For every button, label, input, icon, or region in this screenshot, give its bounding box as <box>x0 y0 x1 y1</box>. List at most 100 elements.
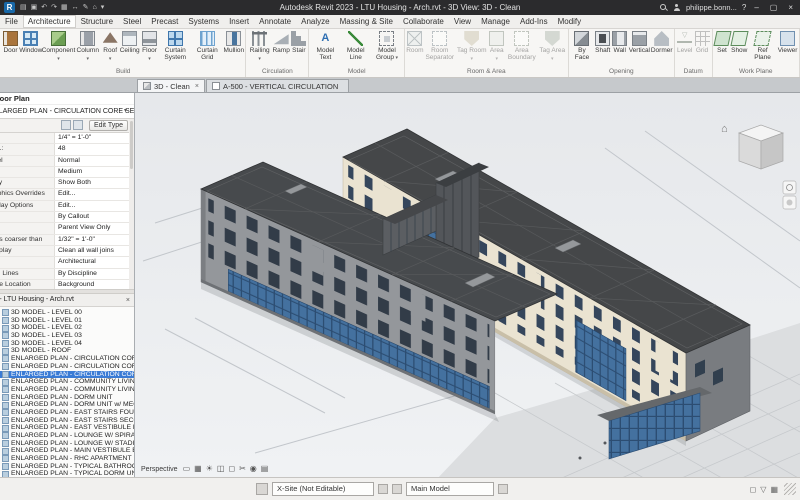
view-tab[interactable]: A-500 - VERTICAL CIRCULATION <box>205 79 350 92</box>
ribbon-tool-button[interactable]: Roof <box>101 30 119 62</box>
view-control-icon[interactable]: ◫ <box>217 464 225 474</box>
maximize-button[interactable]: ▢ <box>767 3 781 12</box>
browser-view-item[interactable]: ENLARGED PLAN - LOUNGE W/ STADIUM SEATIN… <box>0 440 134 448</box>
browser-view-item[interactable]: ENLARGED PLAN - COMMUNITY LIVING ISLAND <box>0 378 134 386</box>
workset-gray-inactive-icon[interactable] <box>392 484 402 494</box>
ribbon-tool-button[interactable]: Railing <box>247 30 272 62</box>
property-row[interactable]: Wall Join Display Clean all wall joins <box>0 245 134 258</box>
property-row[interactable]: By Callout <box>0 212 134 224</box>
quick-access-icon[interactable]: ▤ <box>19 1 28 14</box>
browser-view-item[interactable]: 3D MODEL - LEVEL 04 <box>0 340 134 348</box>
property-value[interactable]: By Callout <box>55 212 134 222</box>
ribbon-tab[interactable]: Add-Ins <box>515 15 553 28</box>
property-value[interactable]: 48 <box>55 144 134 154</box>
view-control-icon[interactable]: ☀ <box>206 464 213 474</box>
property-value[interactable]: Edit... <box>55 189 134 199</box>
ribbon-tool-button[interactable]: Mullion <box>223 30 244 54</box>
property-value[interactable]: Architectural <box>55 257 134 267</box>
ribbon-tool-button[interactable]: Window <box>19 30 43 54</box>
building-3d-model[interactable]: ⌂ <box>135 93 800 477</box>
browser-view-item[interactable]: ENLARGED PLAN - CIRCULATION CORE SECOND/… <box>0 370 134 379</box>
ribbon-tool-button[interactable]: Wall <box>611 30 628 54</box>
ribbon-tool-button[interactable]: Set <box>712 30 732 54</box>
view-tab[interactable]: 3D - Clean × <box>137 79 205 92</box>
property-row[interactable]: Graphic Display Options Edit... <box>0 200 134 213</box>
property-row[interactable]: Show Hidden Lines By Discipline <box>0 268 134 280</box>
ribbon-tab[interactable]: Analyze <box>296 15 334 28</box>
ribbon-tool-button[interactable]: Model Group <box>371 30 403 62</box>
browser-view-item[interactable]: ENLARGED PLAN - LOUNGE W/ SPIRAL STAIR <box>0 432 134 440</box>
ribbon-tool-button[interactable]: Model Text <box>310 30 340 61</box>
ribbon-tool-button[interactable]: Tag Room <box>456 30 488 62</box>
property-value[interactable]: Medium <box>55 167 134 177</box>
close-button[interactable]: × <box>785 3 796 12</box>
ribbon-tool-button[interactable]: Door <box>2 30 19 54</box>
browser-view-item[interactable]: ENLARGED PLAN - RHC APARTMENT <box>0 455 134 463</box>
ribbon-tool-button[interactable]: Dormer <box>650 30 673 54</box>
ribbon-tab[interactable]: Collaborate <box>398 15 449 28</box>
property-row[interactable]: Detail Level Medium <box>0 166 134 179</box>
ribbon-tool-button[interactable]: Ceiling <box>119 30 140 54</box>
ribbon-tool-button[interactable]: Shaft <box>594 30 611 54</box>
browser-view-item[interactable]: ENLARGED PLAN - CIRCULATION CORE FOURTH … <box>0 363 134 371</box>
quick-access-icon[interactable]: ↷ <box>50 1 58 14</box>
browser-view-item[interactable]: 3D MODEL - LEVEL 00 <box>0 309 134 317</box>
properties-filter-icon[interactable] <box>60 119 71 130</box>
ribbon-tool-button[interactable]: Column <box>75 30 101 62</box>
browser-view-item[interactable]: ENLARGED PLAN - TYPICAL BATHROOM CORE <box>0 463 134 471</box>
ribbon-tool-button[interactable]: By Face <box>570 30 595 61</box>
properties-scrollbar[interactable] <box>129 119 134 289</box>
help-icon[interactable]: ? <box>742 3 746 12</box>
status-right-icon[interactable]: ◻ <box>748 485 759 494</box>
property-value[interactable]: Edit... <box>55 201 134 211</box>
browser-view-item[interactable]: 3D MODEL - LEVEL 01 <box>0 317 134 325</box>
ribbon-tab[interactable]: Annotate <box>254 15 296 28</box>
browser-view-item[interactable]: ENLARGED PLAN - CIRCULATION CORE FIRST F… <box>0 355 134 363</box>
design-option-select[interactable]: Main Model <box>406 482 494 496</box>
ribbon-tool-button[interactable]: Room <box>406 30 424 54</box>
browser-view-item[interactable]: ENLARGED PLAN - EAST STAIRS FOURTH FLOOR <box>0 409 134 417</box>
minimize-button[interactable]: – <box>751 3 761 12</box>
tab-close-icon[interactable]: × <box>195 83 199 90</box>
ribbon-tool-button[interactable]: Grid <box>694 30 711 54</box>
browser-view-item[interactable]: ENLARGED PLAN - EAST VESTIBULE ENTRY <box>0 424 134 432</box>
ribbon-tool-button[interactable]: Area Boundary <box>506 30 538 61</box>
type-selector[interactable]: Floor Plan ENLARGED PLAN - CIRCULATION C… <box>0 93 134 119</box>
ribbon-tab[interactable]: Architecture <box>22 15 76 28</box>
browser-view-item[interactable]: 3D MODEL - ROOF <box>0 347 134 355</box>
view-control-icon[interactable]: ▦ <box>194 464 202 474</box>
ribbon-tool-button[interactable]: Model Line <box>340 30 371 61</box>
ribbon-tool-button[interactable]: Curtain System <box>159 30 191 61</box>
chevron-down-icon[interactable]: ▾ <box>124 107 127 114</box>
close-icon[interactable]: × <box>122 297 134 304</box>
status-right-icon[interactable]: ▽ <box>758 485 768 494</box>
browser-view-item[interactable]: ENLARGED PLAN - DORM UNIT w/ MECH CLOSET <box>0 401 134 409</box>
property-value[interactable]: 1/32" = 1'-0" <box>55 235 134 245</box>
ribbon-tool-button[interactable]: Tag Area <box>538 30 567 62</box>
property-row[interactable]: Discipline Architectural <box>0 257 134 269</box>
property-row[interactable]: Visibility/Graphics Overrides Edit... <box>0 189 134 201</box>
property-value[interactable]: Background <box>55 280 134 289</box>
ribbon-tab[interactable]: Massing & Site <box>335 15 398 28</box>
ribbon-tab[interactable]: Structure <box>76 15 118 28</box>
ribbon-tab[interactable]: Steel <box>118 15 146 28</box>
property-row[interactable]: Parts Visibility Show Both <box>0 178 134 190</box>
view-control-icon[interactable]: ▤ <box>261 464 269 474</box>
property-row[interactable]: Show in Parent View Only <box>0 223 134 235</box>
ribbon-tool-button[interactable]: Floor <box>140 30 159 62</box>
viewcube[interactable]: ⌂ <box>721 123 785 170</box>
ribbon-tool-button[interactable]: Component <box>42 30 75 62</box>
ribbon-tool-button[interactable]: Curtain Grid <box>191 30 223 61</box>
property-row[interactable]: View Scale 1/4" = 1'-0" <box>0 133 134 145</box>
ribbon-tool-button[interactable]: Ref Plane <box>748 30 777 61</box>
ribbon-tool-button[interactable]: Stair <box>290 30 307 54</box>
ribbon-tab[interactable]: File <box>0 15 23 28</box>
view-control-icon[interactable]: ◻ <box>228 464 235 474</box>
quick-access-icon[interactable]: ↶ <box>40 1 48 14</box>
property-value[interactable]: 1/4" = 1'-0" <box>55 133 134 143</box>
property-value[interactable]: Normal <box>55 156 134 166</box>
navigation-bar[interactable] <box>782 180 797 210</box>
ribbon-tab[interactable]: Systems <box>183 15 224 28</box>
property-value[interactable]: Parent View Only <box>55 223 134 233</box>
worksets-icon[interactable] <box>256 483 268 495</box>
